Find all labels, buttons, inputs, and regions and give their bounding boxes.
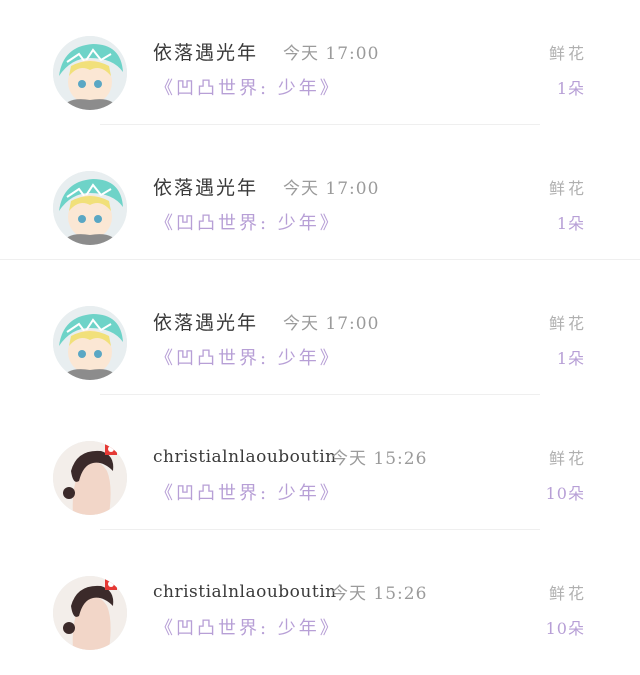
anime-avatar[interactable]: [53, 306, 127, 380]
anime-avatar[interactable]: [53, 36, 127, 110]
book-title-link[interactable]: 《凹凸世界: 少年》: [155, 479, 341, 505]
gift-count: 10朵: [545, 619, 585, 638]
user-name[interactable]: 依落遇光年: [153, 38, 258, 65]
book-title-link[interactable]: 《凹凸世界: 少年》: [155, 614, 341, 640]
gift-type-label: 鲜花: [548, 314, 587, 333]
user-name[interactable]: christialnlaouboutin: [153, 447, 337, 467]
timestamp: 今天 17:00: [283, 179, 380, 199]
timestamp: 今天 17:00: [283, 44, 380, 64]
divider: [100, 394, 540, 395]
user-name[interactable]: christialnlaouboutin: [153, 582, 337, 602]
divider: [100, 124, 540, 125]
gift-record-item[interactable]: 依落遇光年 今天 17:00 《凹凸世界: 少年》 鲜花 1朵: [0, 270, 640, 405]
book-title-link[interactable]: 《凹凸世界: 少年》: [155, 74, 341, 100]
gift-type-label: 鲜花: [548, 584, 587, 603]
timestamp: 今天 15:26: [331, 584, 428, 604]
book-title-link[interactable]: 《凹凸世界: 少年》: [155, 344, 341, 370]
photo-avatar[interactable]: [53, 441, 127, 515]
gift-count: 1朵: [556, 79, 585, 98]
gift-type-label: 鲜花: [548, 179, 587, 198]
gift-count: 1朵: [556, 214, 585, 233]
book-title-link[interactable]: 《凹凸世界: 少年》: [155, 209, 341, 235]
divider: [100, 529, 540, 530]
photo-avatar[interactable]: [53, 576, 127, 650]
timestamp: 今天 15:26: [331, 449, 428, 469]
anime-avatar[interactable]: [53, 171, 127, 245]
user-name[interactable]: 依落遇光年: [153, 173, 258, 200]
gift-count: 1朵: [556, 349, 585, 368]
gift-record-list: 依落遇光年 今天 17:00 《凹凸世界: 少年》 鲜花 1朵 依落遇光年 今天…: [0, 0, 640, 663]
gift-type-label: 鲜花: [548, 449, 587, 468]
gift-record-item[interactable]: 依落遇光年 今天 17:00 《凹凸世界: 少年》 鲜花 1朵: [0, 135, 640, 270]
gift-type-label: 鲜花: [548, 44, 587, 63]
gift-record-item[interactable]: 依落遇光年 今天 17:00 《凹凸世界: 少年》 鲜花 1朵: [0, 0, 640, 135]
gift-count: 10朵: [545, 484, 585, 503]
user-name[interactable]: 依落遇光年: [153, 308, 258, 335]
gift-record-item[interactable]: christialnlaouboutin 今天 15:26 《凹凸世界: 少年》…: [0, 540, 640, 675]
divider: [0, 259, 640, 260]
timestamp: 今天 17:00: [283, 314, 380, 334]
gift-record-item[interactable]: christialnlaouboutin 今天 15:26 《凹凸世界: 少年》…: [0, 405, 640, 540]
